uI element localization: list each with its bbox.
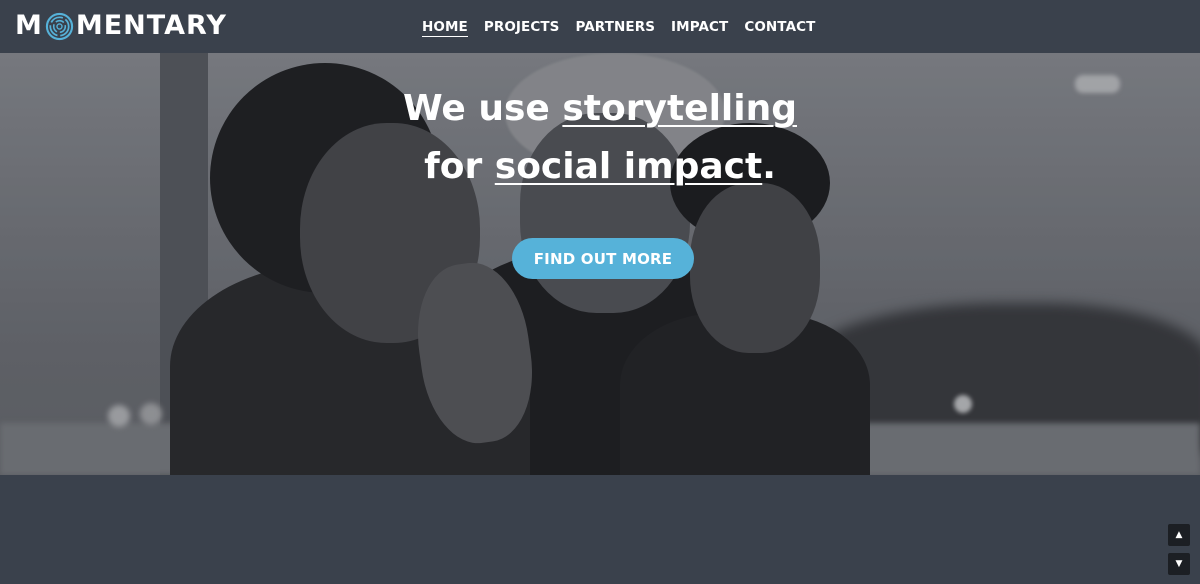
- find-out-more-button[interactable]: FIND OUT MORE: [512, 238, 694, 279]
- nav-partners-link[interactable]: PARTNERS: [576, 18, 656, 37]
- scroll-up-button[interactable]: ▲: [1168, 524, 1190, 546]
- scroll-down-button[interactable]: ▼: [1168, 553, 1190, 575]
- nav-impact-link[interactable]: IMPACT: [671, 18, 728, 37]
- headline-prefix: for: [424, 146, 495, 187]
- headline-emphasis-social-impact: social impact: [494, 146, 763, 187]
- headline-line-1: We use storytelling: [0, 80, 1200, 138]
- logo-letter-m: M: [15, 10, 43, 41]
- arrow-down-icon: ▼: [1175, 559, 1183, 569]
- headline-line-2: for social impact.: [0, 138, 1200, 196]
- brand-logo[interactable]: M MENTARY: [15, 10, 227, 42]
- nav-home-link[interactable]: HOME: [422, 18, 468, 37]
- hero-headline: We use storytelling for social impact.: [0, 80, 1200, 196]
- nav-contact-link[interactable]: CONTACT: [744, 18, 815, 37]
- headline-period: .: [762, 146, 776, 187]
- logo-text: MENTARY: [75, 10, 227, 41]
- main-menu: HOME PROJECTS PARTNERS IMPACT CONTACT: [422, 18, 815, 37]
- headline-prefix: We use: [402, 88, 563, 129]
- nav-projects-link[interactable]: PROJECTS: [484, 18, 560, 37]
- fingerprint-o-icon: [45, 12, 74, 40]
- top-navbar: M MENTARY HOME PROJECTS PARTNERS IMPACT …: [0, 0, 1200, 53]
- headline-emphasis-storytelling: storytelling: [562, 88, 798, 129]
- arrow-up-icon: ▲: [1175, 530, 1183, 540]
